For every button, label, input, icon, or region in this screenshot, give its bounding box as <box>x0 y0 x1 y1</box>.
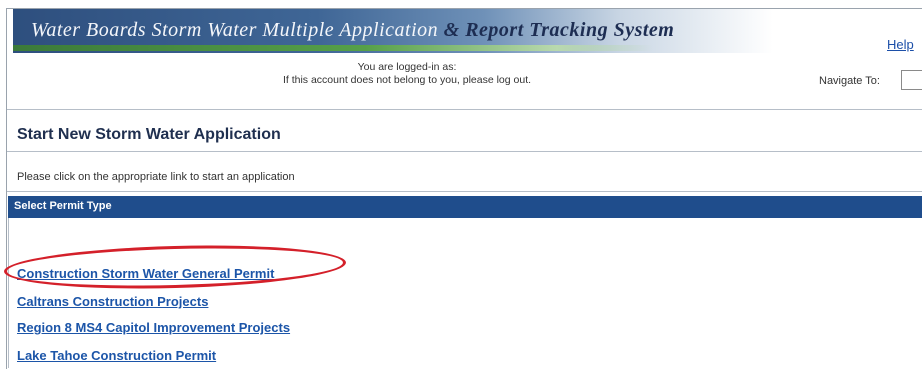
logout-notice-text: If this account does not belong to you, … <box>282 74 532 86</box>
navigate-select[interactable] <box>901 70 922 90</box>
permit-list: Construction Storm Water General Permit … <box>8 218 922 368</box>
help-link[interactable]: Help <box>887 37 914 52</box>
title-divider <box>7 151 922 152</box>
permit-link-caltrans[interactable]: Caltrans Construction Projects <box>17 294 208 309</box>
header-divider <box>7 109 922 110</box>
login-info: You are logged-in as: If this account do… <box>227 61 587 87</box>
instructions-divider <box>7 191 922 192</box>
section-header-label: Select Permit Type <box>14 200 112 212</box>
app-title-part1: Water Boards Storm Water Multiple Applic… <box>31 19 444 41</box>
section-header: Select Permit Type <box>8 196 922 218</box>
permit-link-region8-ms4[interactable]: Region 8 MS4 Capitol Improvement Project… <box>17 320 290 335</box>
permit-link-lake-tahoe[interactable]: Lake Tahoe Construction Permit <box>17 348 216 363</box>
navigate-label: Navigate To: <box>819 75 880 87</box>
page-title: Start New Storm Water Application <box>17 126 281 143</box>
login-status-text: You are logged-in as: <box>357 61 457 73</box>
header-stripe <box>13 45 653 51</box>
app-title: Water Boards Storm Water Multiple Applic… <box>31 19 674 42</box>
app-title-part2: & Report Tracking System <box>443 19 675 41</box>
instructions-text: Please click on the appropriate link to … <box>17 171 295 183</box>
